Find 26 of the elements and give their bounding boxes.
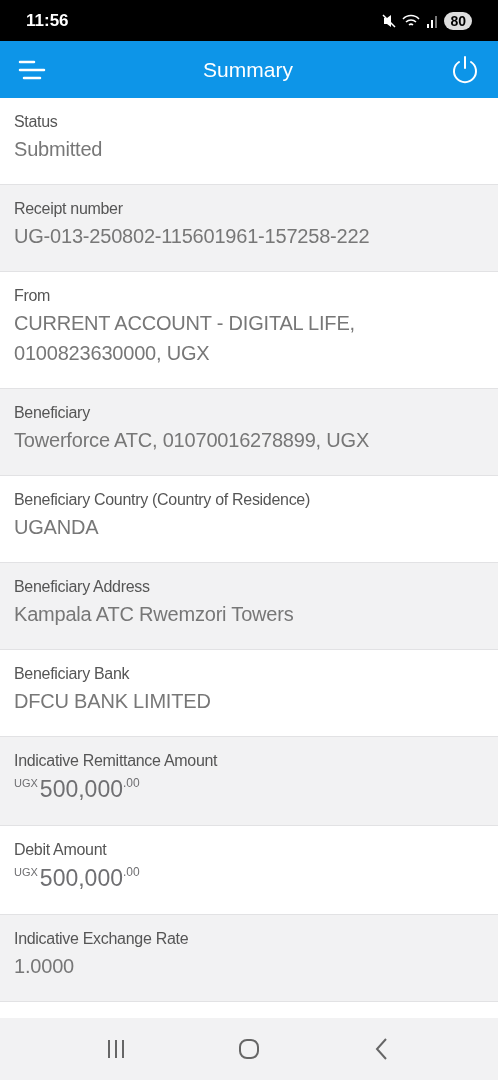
wifi-icon [402, 13, 421, 28]
field-value: DFCU BANK LIMITED [14, 689, 212, 714]
field-value: Submitted [14, 137, 104, 162]
field-value: CURRENT ACCOUNT - DIGITAL LIFE, 0100823630000, UGX [14, 311, 356, 366]
power-icon[interactable] [450, 54, 480, 85]
field-label: From [14, 286, 51, 306]
field-label: Beneficiary Country (Country of Residence) [14, 490, 310, 510]
field-label: Indicative Exchange Rate [14, 929, 189, 949]
signal-icon [426, 13, 439, 28]
field-label: Indicative Remittance Amount [14, 751, 218, 771]
field-value: 1.0000 [14, 954, 75, 979]
field-label: Beneficiary Address [14, 577, 150, 597]
mute-icon [382, 13, 397, 28]
field-value: Kampala ATC Rwemzori Towers [14, 602, 295, 627]
battery-indicator: 80 [444, 11, 472, 30]
page-title: Summary [203, 56, 293, 83]
field-value: UGANDA [14, 515, 100, 540]
field-label: Status [14, 112, 58, 132]
field-label: Beneficiary Bank [14, 664, 130, 684]
field-value: Towerforce ATC, 01070016278899, UGX [14, 428, 371, 453]
home-icon[interactable] [237, 1037, 261, 1061]
field-value: UG-013-250802-115601961-157258-222 [14, 224, 371, 249]
status-time: 11:56 [26, 9, 69, 32]
field-label: Beneficiary [14, 403, 90, 423]
field-label: Receipt number [14, 199, 123, 219]
field-label: Debit Amount [14, 840, 107, 860]
